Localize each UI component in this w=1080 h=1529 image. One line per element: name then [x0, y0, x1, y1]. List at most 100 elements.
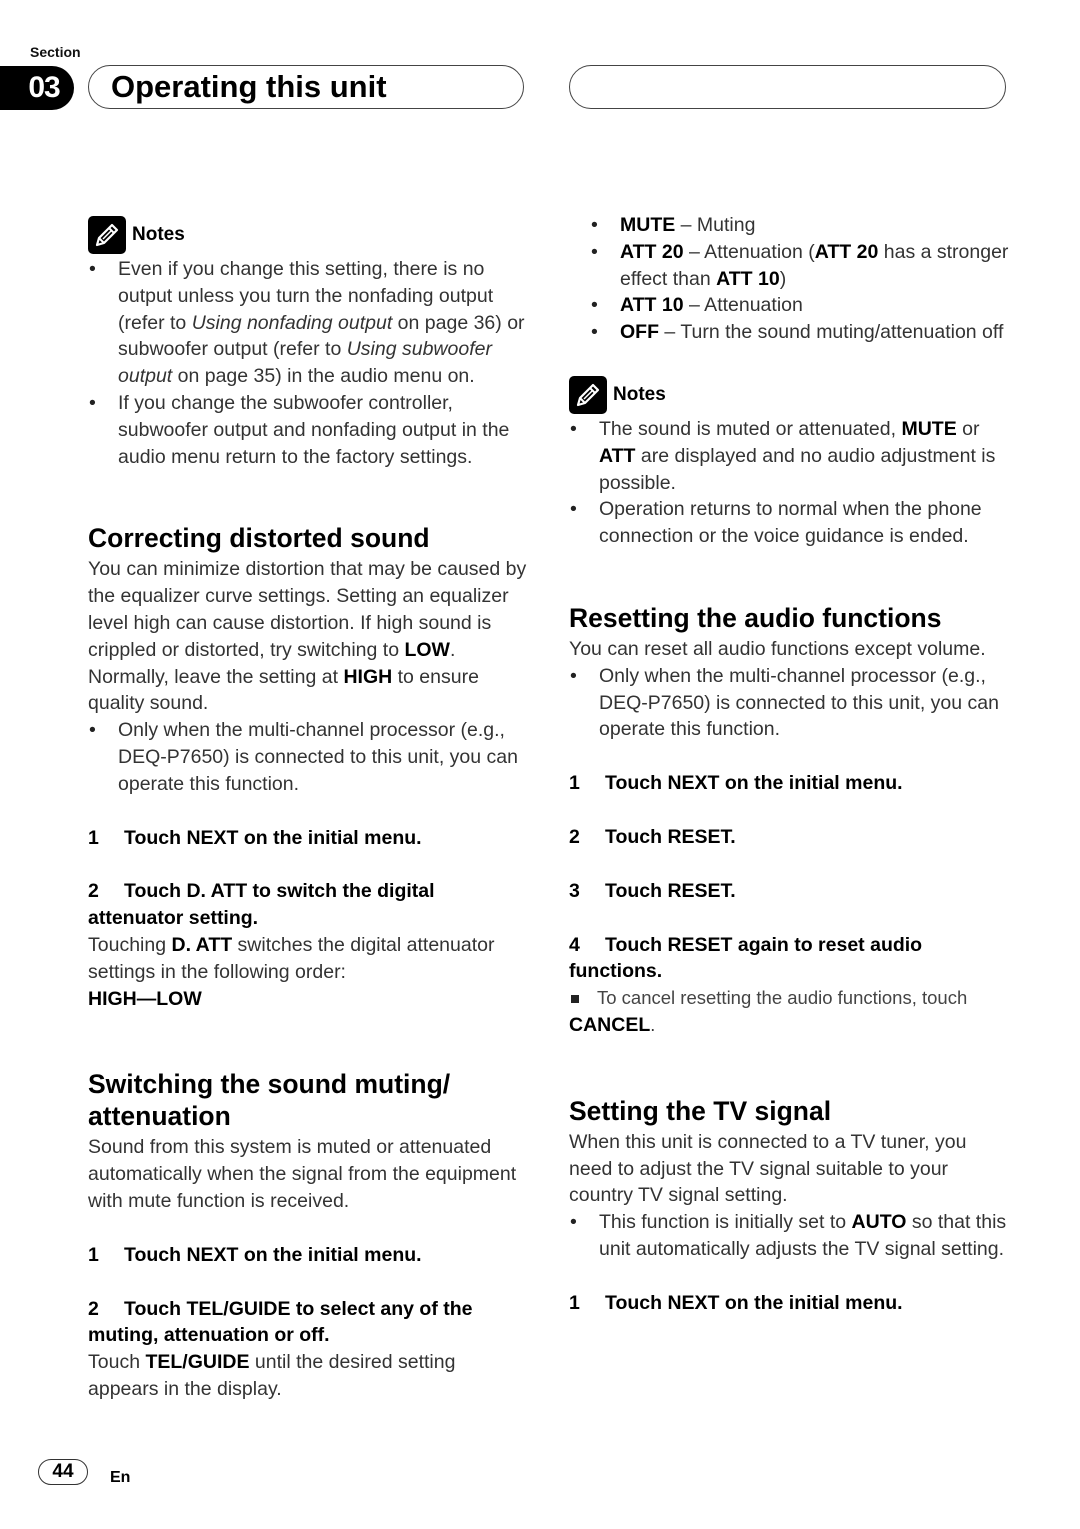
option-desc: – Attenuation (	[683, 240, 815, 263]
option-key: MUTE	[620, 214, 676, 236]
option-key: OFF	[620, 321, 659, 344]
note-item: If you change the subwoofer controller, …	[88, 390, 528, 470]
step-text: Touch RESET again to reset audio functio…	[569, 933, 923, 983]
step: 1 Touch NEXT on the initial menu.	[569, 1290, 1009, 1317]
step: 2 Touch D. ATT to switch the digital atte…	[88, 878, 528, 932]
page-title-text: Operating this unit	[111, 69, 387, 104]
keyword: ATT	[599, 444, 636, 467]
keyword: LOW	[404, 638, 450, 661]
bullet-list: Only when the multi-channel processor (e…	[569, 663, 1009, 743]
heading-switching-muting: Switching the sound muting/ attenuation	[88, 1069, 451, 1132]
step: 3 Touch RESET.	[569, 878, 1009, 905]
step-number: 1	[88, 826, 99, 849]
paragraph: Touch TEL/GUIDE until the desired settin…	[88, 1349, 528, 1403]
step-text: Touch RESET.	[605, 825, 736, 848]
right-column: MUTE – Muting ATT 20 – Attenuation (ATT …	[569, 212, 1009, 1317]
note-text: on page 35) in the audio menu on.	[172, 365, 475, 388]
text: To cancel resetting the audio functions,…	[597, 987, 968, 1009]
note-item: Operation returns to normal when the pho…	[569, 496, 1009, 550]
note-item: The sound is muted or attenuated, MUTE o…	[569, 416, 1009, 496]
step: 4 Touch RESET again to reset audio functi…	[569, 932, 1009, 986]
keyword: HIGH	[343, 665, 393, 688]
section-label: Section	[30, 44, 81, 60]
notes-title: Notes	[132, 223, 185, 245]
option-item: MUTE – Muting	[590, 212, 1009, 239]
left-column: Notes Even if you change this setting, t…	[88, 216, 528, 1403]
notes-header: Notes	[88, 216, 528, 254]
cancel-note: To cancel resetting the audio functions,…	[569, 985, 1009, 1012]
step-number: 1	[569, 772, 580, 795]
step: 2 Touch TEL/GUIDE to select any of the mu…	[88, 1296, 528, 1350]
option-item: ATT 20 – Attenuation (ATT 20 has a stron…	[590, 239, 1009, 293]
note-item: Even if you change this setting, there i…	[88, 256, 528, 390]
bullet-item: This function is initially set to AUTO s…	[569, 1209, 1009, 1263]
notes-header: Notes	[569, 375, 1009, 414]
notes-list: Even if you change this setting, there i…	[88, 256, 528, 470]
text: This function is initially set to	[599, 1211, 852, 1234]
bullet-item: Only when the multi-channel processor (e…	[569, 663, 1009, 743]
text: Touch	[88, 1351, 146, 1374]
text: You can minimize distortion that may be …	[88, 558, 527, 661]
note-text: The sound is muted or attenuated,	[599, 417, 902, 440]
language-label: En	[110, 1469, 131, 1486]
pencil-note-icon	[569, 375, 607, 414]
option-key: ATT 20	[620, 240, 684, 263]
paragraph: When this unit is connected to a TV tune…	[569, 1130, 967, 1207]
text: .	[650, 1014, 656, 1035]
step-number: 1	[88, 1243, 99, 1266]
cross-reference: Using nonfading output	[191, 311, 393, 334]
step-text: Touch RESET.	[605, 879, 736, 902]
paragraph: Touching D. ATT switches the digital att…	[88, 932, 528, 986]
section-number-badge: 03	[0, 66, 74, 110]
page-number-badge: 44	[38, 1459, 88, 1485]
step: 2 Touch RESET.	[569, 824, 1009, 851]
paragraph: You can minimize distortion that may be …	[88, 556, 528, 717]
keyword: AUTO	[851, 1211, 907, 1234]
heading-resetting-audio: Resetting the audio functions	[569, 602, 942, 633]
note-text: are displayed and no audio adjustment is…	[599, 444, 996, 494]
option-desc: – Muting	[675, 214, 756, 236]
header-empty-pill	[569, 65, 1006, 109]
setting-sequence: HIGH—LOW	[88, 987, 202, 1010]
mute-options-list: MUTE – Muting ATT 20 – Attenuation (ATT …	[569, 212, 1009, 346]
step-text: Touch TEL/GUIDE to select any of the mut…	[88, 1297, 473, 1347]
heading-correcting-distorted-sound: Correcting distorted sound	[88, 523, 430, 554]
bullet-list: Only when the multi-channel processor (e…	[88, 717, 528, 797]
step-number: 2	[88, 1297, 99, 1320]
paragraph: You can reset all audio functions except…	[569, 637, 986, 660]
step: 1 Touch NEXT on the initial menu.	[569, 770, 1009, 797]
keyword: MUTE	[901, 417, 957, 440]
step-text: Touch NEXT on the initial menu.	[605, 772, 903, 795]
pencil-note-icon	[88, 216, 126, 254]
text: Touching	[88, 933, 172, 956]
step-text: Touch NEXT on the initial menu.	[605, 1291, 903, 1314]
notes-list: The sound is muted or attenuated, MUTE o…	[569, 416, 1009, 550]
bullet-list: This function is initially set to AUTO s…	[569, 1209, 1009, 1263]
option-desc: – Attenuation	[683, 294, 803, 317]
option-key: ATT 10	[716, 267, 780, 290]
step: 1 Touch NEXT on the initial menu.	[88, 1242, 528, 1269]
keyword: D. ATT	[171, 933, 233, 956]
step: 1 Touch NEXT on the initial menu.	[88, 825, 528, 852]
step-text: Touch D. ATT to switch the digital atten…	[88, 880, 435, 930]
bullet-item: Only when the multi-channel processor (e…	[88, 717, 528, 797]
page-title: Operating this unit	[88, 65, 524, 109]
step-number: 2	[88, 880, 99, 903]
keyword: TEL/GUIDE	[145, 1351, 250, 1374]
paragraph: Sound from this system is muted or atten…	[88, 1136, 517, 1212]
step-number: 3	[569, 879, 580, 902]
step-number: 1	[569, 1291, 580, 1314]
notes-title: Notes	[613, 383, 666, 405]
step-number: 4	[569, 933, 580, 956]
heading-tv-signal: Setting the TV signal	[569, 1095, 832, 1126]
step-text: Touch NEXT on the initial menu.	[124, 1243, 422, 1266]
option-key: ATT 10	[620, 294, 684, 317]
step-text: Touch NEXT on the initial menu.	[124, 826, 422, 849]
option-item: ATT 10 – Attenuation	[590, 292, 1009, 319]
option-item: OFF – Turn the sound muting/attenuation …	[590, 319, 1009, 346]
note-text: or	[956, 417, 980, 440]
option-desc: )	[779, 267, 787, 290]
keyword: CANCEL	[569, 1013, 651, 1036]
step-number: 2	[569, 825, 580, 848]
option-desc: – Turn the sound muting/attenuation off	[659, 321, 1004, 344]
